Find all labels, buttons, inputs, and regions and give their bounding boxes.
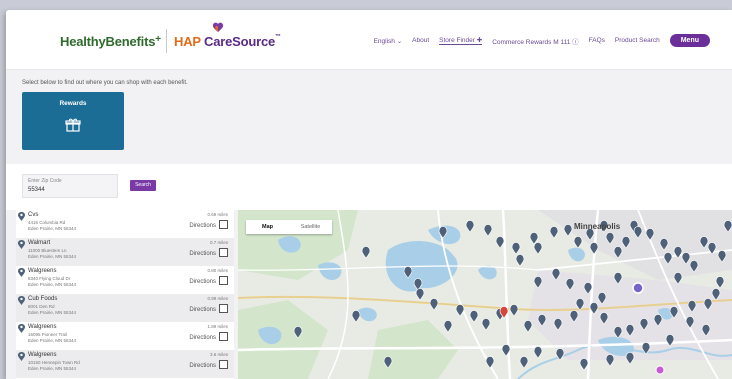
hap-caresource-logo[interactable]: HAP CareSource™ [174, 34, 281, 49]
store-address: 8001 Den Rd [28, 304, 55, 309]
browser-page: HealthyBenefits+ HAP CareSource™ English… [6, 10, 732, 379]
store-distance: 0.99 miles [207, 296, 228, 301]
location-pin-icon [18, 296, 25, 305]
gift-icon [65, 118, 81, 132]
list-item[interactable]: Cvs 4416 Columbia Rd Eden Prairie, MN 5534… [16, 210, 234, 238]
hap-logo-text: HAP [174, 34, 205, 49]
directions-link[interactable]: Directions [189, 307, 216, 313]
store-address: 8340 Flying Cloud Dr [28, 276, 71, 281]
menu-button[interactable]: Menu [669, 34, 710, 47]
list-item[interactable]: Walmart 11000 Bluestem Ln Eden Prairie, MN… [16, 238, 234, 266]
nav-product-search[interactable]: Product Search [615, 37, 660, 44]
store-address: 11000 Bluestem Ln [28, 248, 67, 253]
search-button[interactable]: Search [130, 180, 156, 191]
directions-icon[interactable] [219, 304, 228, 313]
healthybenefits-logo[interactable]: HealthyBenefits+ [60, 34, 161, 49]
benefit-tile-rewards[interactable]: Rewards [22, 92, 124, 150]
caresource-logo-text: CareSource [204, 34, 276, 49]
directions-icon[interactable] [219, 220, 228, 229]
store-address: 10150 Hennepin Town Rd [28, 360, 80, 365]
store-distance: 0.7 miles [209, 240, 228, 245]
list-item[interactable]: Walgreens 16095 Pioneer Trail Eden Prairie… [16, 322, 234, 350]
nav-faqs[interactable]: FAQs [589, 37, 605, 44]
store-name: Cvs [28, 212, 39, 218]
nav-about[interactable]: About [412, 37, 429, 44]
store-city: Eden Prairie, MN 55344 [28, 254, 77, 259]
map-tab-satellite[interactable]: Satellite [289, 220, 332, 234]
location-pin-icon [18, 352, 25, 361]
map-tab-map[interactable]: Map [246, 220, 289, 234]
nav-store-finder[interactable]: Store Finder ✚ [439, 36, 483, 45]
heart-icon [212, 22, 224, 32]
place-marker-icon[interactable] [655, 365, 665, 375]
city-label: Minneapolis [574, 222, 621, 231]
zip-code-label: Enter Zip Code [28, 178, 62, 184]
map-type-tabs: Map Satellite [246, 220, 332, 234]
zip-search-bar: Enter Zip Code 55344 Search [6, 164, 732, 210]
zip-code-value: 55344 [28, 187, 45, 193]
healthybenefits-logo-plus: + [155, 34, 161, 45]
store-city: Eden Prairie, MN 55344 [28, 282, 77, 287]
store-address: 16095 Pioneer Trail [28, 332, 68, 337]
list-item[interactable]: Cub Foods 8001 Den Rd Eden Prairie, MN 553… [16, 294, 234, 322]
nav-commerce-rewards[interactable]: Commerce Rewards M 111 ⓘ [492, 36, 578, 46]
store-city: Eden Prairie, MN 55344 [28, 338, 77, 343]
store-city: Eden Prairie, MN 55344 [28, 310, 77, 315]
top-nav: English ⌄ About Store Finder ✚ Commerce … [374, 34, 710, 47]
store-results-list: Cvs 4416 Columbia Rd Eden Prairie, MN 5534… [16, 210, 234, 379]
store-name: Walgreens [28, 268, 57, 274]
directions-link[interactable]: Directions [189, 251, 216, 257]
directions-icon[interactable] [219, 332, 228, 341]
store-name: Walgreens [28, 324, 57, 330]
map-canvas[interactable] [238, 210, 732, 379]
store-map[interactable]: Map Satellite Minneapolis [238, 210, 732, 379]
directions-link[interactable]: Directions [189, 363, 216, 369]
list-item[interactable]: Walgreens 8340 Flying Cloud Dr Eden Prairi… [16, 266, 234, 294]
list-item[interactable]: Walgreens 10150 Hennepin Town Rd Eden Prai… [16, 350, 234, 378]
intro-text: Select below to find out where you can s… [22, 80, 188, 86]
store-name: Walgreens [28, 352, 57, 358]
store-name: Cub Foods [28, 296, 58, 302]
store-distance: 0.80 miles [207, 268, 228, 273]
location-pin-icon [18, 324, 25, 333]
store-distance: 3.6 miles [209, 352, 228, 357]
location-marker-icon[interactable] [632, 282, 644, 294]
store-city: Eden Prairie, MN 55344 [28, 226, 77, 231]
trademark-mark: ™ [275, 34, 281, 40]
store-name: Walmart [28, 240, 51, 246]
directions-icon[interactable] [219, 276, 228, 285]
benefit-tile-label: Rewards [59, 100, 87, 107]
store-city: Eden Prairie, MN 55344 [28, 366, 77, 371]
directions-link[interactable]: Directions [189, 223, 216, 229]
zip-code-field[interactable]: Enter Zip Code 55344 [22, 174, 118, 198]
nav-language[interactable]: English ⌄ [374, 37, 403, 45]
directions-icon[interactable] [219, 360, 228, 369]
directions-link[interactable]: Directions [189, 335, 216, 341]
location-pin-icon [18, 268, 25, 277]
location-pin-icon [18, 212, 25, 221]
directions-icon[interactable] [219, 248, 228, 257]
site-header: HealthyBenefits+ HAP CareSource™ English… [6, 10, 732, 70]
store-distance: 0.69 miles [207, 212, 228, 217]
healthybenefits-logo-text: HealthyBenefits [60, 34, 156, 49]
location-pin-icon [18, 240, 25, 249]
store-distance: 1.89 miles [207, 324, 228, 329]
logo-divider [166, 29, 167, 53]
store-address: 4416 Columbia Rd [28, 220, 66, 225]
directions-link[interactable]: Directions [189, 279, 216, 285]
